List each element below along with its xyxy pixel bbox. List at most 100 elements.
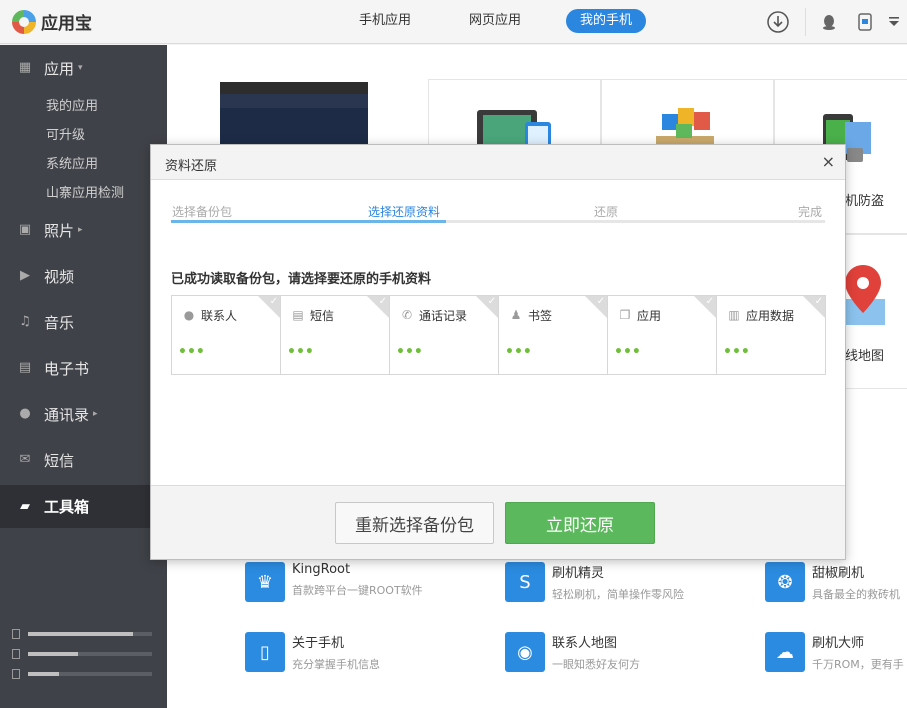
- tool-desc: 具备最全的救砖机: [812, 588, 900, 601]
- tab-web-apps[interactable]: 网页应用: [455, 9, 535, 33]
- option-contacts[interactable]: ✓ ● 联系人 •••: [171, 295, 281, 375]
- chart-icon: ▥: [728, 308, 740, 322]
- bookmark-icon: ♟: [510, 308, 522, 322]
- step-select-data: 选择还原资料: [368, 205, 441, 219]
- check-icon: ✓: [487, 296, 496, 307]
- expand-arrow-icon: ▸: [93, 409, 98, 419]
- option-label: 书签: [528, 309, 553, 323]
- dialog-footer: 重新选择备份包 立即还原: [151, 485, 845, 559]
- pepper-icon: ❂: [765, 562, 805, 602]
- sidebar-item-sms[interactable]: ✉ 短信: [0, 440, 167, 480]
- video-icon: ▶: [20, 268, 30, 283]
- sidebar-item-label: 短信: [44, 451, 75, 470]
- tool-desc: 充分掌握手机信息: [292, 658, 380, 671]
- sidebar-item-music[interactable]: ♫ 音乐: [0, 302, 167, 342]
- app-logo[interactable]: 应用宝: [12, 9, 92, 34]
- check-icon: ✓: [378, 296, 387, 307]
- sidebar-item-ebook[interactable]: ▤ 电子书: [0, 348, 167, 388]
- storage-fill: [28, 652, 78, 656]
- apps-icon: ▦: [18, 60, 32, 75]
- close-icon[interactable]: ×: [822, 152, 835, 171]
- sidebar-item-contacts[interactable]: ● 通讯录 ▸: [0, 394, 167, 434]
- sidebar-item-toolbox[interactable]: ▰ 工具箱: [0, 485, 167, 528]
- option-sms[interactable]: ✓ ▤ 短信 •••: [280, 295, 390, 375]
- sidebar-subitem-system-apps[interactable]: 系统应用: [46, 153, 98, 172]
- sidebar-item-video[interactable]: ▶ 视频: [0, 256, 167, 296]
- phone-status-icon[interactable]: [853, 10, 877, 34]
- phone-storage-icon: [12, 629, 20, 639]
- music-icon: ♫: [19, 314, 31, 329]
- option-app-data[interactable]: ✓ ▥ 应用数据 •••: [716, 295, 826, 375]
- top-bar: 应用宝 手机应用 网页应用 我的手机: [0, 0, 907, 44]
- sidebar-item-label: 电子书: [44, 359, 90, 378]
- loading-dots: •••: [505, 344, 532, 360]
- step-done: 完成: [798, 205, 823, 219]
- sidebar-item-label: 工具箱: [44, 498, 90, 516]
- restore-now-button[interactable]: 立即还原: [505, 502, 655, 544]
- tool-shuaji-dashi[interactable]: ☁ 刷机大师 千万ROM，更有手: [765, 632, 904, 672]
- menu-dropdown-icon[interactable]: [882, 10, 906, 34]
- sidebar-item-label: 通讯录: [44, 405, 90, 424]
- storage-sdcard: [12, 649, 152, 659]
- storage-phone: [12, 629, 152, 639]
- dialog-title: 资料还原: [165, 159, 218, 174]
- sms-icon: ✉: [19, 452, 31, 467]
- toolbox-icon: ▰: [20, 498, 30, 514]
- person-icon: ●: [183, 308, 195, 322]
- expand-arrow-icon: ▾: [78, 63, 83, 73]
- extra-storage-icon: [12, 669, 20, 679]
- option-call-log[interactable]: ✓ ✆ 通话记录 •••: [389, 295, 499, 375]
- storage-extra: [12, 669, 152, 679]
- tool-name: 刷机精灵: [552, 566, 605, 581]
- tool-tianjiao[interactable]: ❂ 甜椒刷机 具备最全的救砖机: [765, 562, 900, 602]
- contacts-icon: ●: [19, 406, 31, 421]
- photo-icon: ▣: [18, 222, 32, 237]
- tool-about-phone[interactable]: ▯ 关于手机 充分掌握手机信息: [245, 632, 380, 672]
- sidebar-subitem-upgradable[interactable]: 可升级: [46, 124, 85, 143]
- sidebar-item-label: 照片: [44, 221, 75, 240]
- map-marker-illustration-icon: [843, 265, 885, 325]
- top-divider: [805, 8, 806, 36]
- sidebar-subitem-my-apps[interactable]: 我的应用: [46, 95, 98, 114]
- tool-desc: 千万ROM，更有手: [812, 658, 904, 671]
- option-apps[interactable]: ✓ ❐ 应用 •••: [607, 295, 717, 375]
- restore-prompt: 已成功读取备份包，请选择要还原的手机资料: [171, 272, 432, 287]
- qq-icon[interactable]: [817, 10, 841, 34]
- tool-desc: 一眼知悉好友何方: [552, 658, 640, 671]
- sidebar-subitem-fake-app-check[interactable]: 山寨应用检测: [46, 182, 124, 201]
- sidebar-item-apps[interactable]: ▦ 应用 ▾: [0, 48, 167, 88]
- storage-track: [28, 672, 152, 676]
- tool-kingroot[interactable]: ♛ KingRoot 首款跨平台一键ROOT软件: [245, 562, 423, 602]
- storage-track: [28, 652, 152, 656]
- step-restore: 还原: [594, 205, 619, 219]
- check-icon: ✓: [814, 296, 823, 307]
- sidebar-item-photos[interactable]: ▣ 照片 ▸: [0, 210, 167, 250]
- sidebar: ▦ 应用 ▾ 我的应用 可升级 系统应用 山寨应用检测 ▣ 照片 ▸ ▶ 视频 …: [0, 45, 167, 708]
- option-label: 应用数据: [746, 309, 795, 323]
- tile-label-offline-map: 线地图: [845, 349, 885, 364]
- phone-screenshot: [220, 82, 368, 152]
- logo-icon: [12, 9, 36, 34]
- cloud-icon: ☁: [765, 632, 805, 672]
- loading-dots: •••: [396, 344, 423, 360]
- storage-fill: [28, 632, 134, 636]
- loading-dots: •••: [178, 344, 205, 360]
- dialog-header: 资料还原 ×: [151, 145, 845, 180]
- tab-my-phone[interactable]: 我的手机: [566, 9, 647, 33]
- tab-phone-apps[interactable]: 手机应用: [345, 9, 425, 33]
- ebook-icon: ▤: [18, 360, 32, 375]
- check-icon: ✓: [705, 296, 714, 307]
- download-icon[interactable]: [766, 10, 790, 34]
- crown-icon: ♛: [245, 562, 285, 602]
- restore-data-options: ✓ ● 联系人 ••• ✓ ▤ 短信 ••• ✓ ✆ 通话记录 ••• ✓ ♟ …: [171, 295, 831, 375]
- option-bookmarks[interactable]: ✓ ♟ 书签 •••: [498, 295, 608, 375]
- option-label: 应用: [637, 309, 662, 323]
- phone-info-icon: ▯: [245, 632, 285, 672]
- app-icon: ❐: [619, 308, 631, 322]
- tool-contact-map[interactable]: ◉ 联系人地图 一眼知悉好友何方: [505, 632, 640, 672]
- tool-shuaji-jingling[interactable]: S 刷机精灵 轻松刷机，简单操作零风险: [505, 562, 684, 602]
- loading-dots: •••: [723, 344, 750, 360]
- sidebar-item-label: 视频: [44, 267, 75, 286]
- reselect-backup-button[interactable]: 重新选择备份包: [335, 502, 494, 544]
- tool-name: 联系人地图: [552, 636, 618, 651]
